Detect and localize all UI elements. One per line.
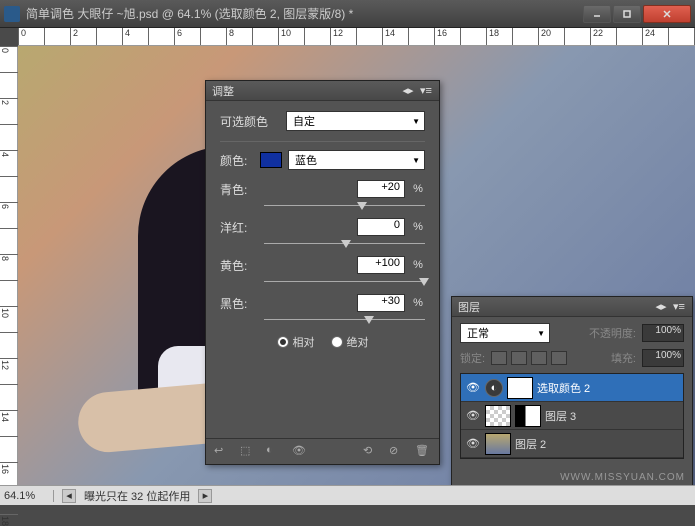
- fill-label: 填充:: [611, 350, 636, 366]
- adjustments-footer: ↩ ⬚ ◐ 👁 ⟲ ⊘ 🗑: [206, 438, 439, 464]
- zoom-level[interactable]: 64.1%: [4, 490, 54, 502]
- slider-value[interactable]: +100: [357, 256, 405, 274]
- layer-row[interactable]: 👁 图层 2: [461, 430, 683, 458]
- return-icon[interactable]: ↩: [214, 444, 230, 460]
- lock-transparency-icon[interactable]: [491, 351, 507, 365]
- lock-all-icon[interactable]: [551, 351, 567, 365]
- window-title: 简单调色 大眼仔 ~旭.psd @ 64.1% (选取颜色 2, 图层蒙版/8)…: [26, 5, 583, 22]
- slider-row: 青色:+20%: [220, 180, 425, 212]
- lock-position-icon[interactable]: [531, 351, 547, 365]
- layer-thumb: [485, 405, 511, 427]
- slider-row: 洋红:0%: [220, 218, 425, 250]
- adjustments-panel[interactable]: 调整 ◂▸ ▾≡ 可选颜色 自定 颜色: 蓝色 青色:+20%洋红:0%黄色:+…: [205, 80, 440, 465]
- titlebar: 简单调色 大眼仔 ~旭.psd @ 64.1% (选取颜色 2, 图层蒙版/8)…: [0, 0, 695, 28]
- lock-pixels-icon[interactable]: [511, 351, 527, 365]
- visibility-icon[interactable]: 👁: [465, 408, 481, 424]
- slider-value[interactable]: +20: [357, 180, 405, 198]
- menu-icon[interactable]: ▾≡: [672, 300, 686, 314]
- radio-relative[interactable]: 相对: [277, 334, 315, 350]
- adjustments-title: 调整: [212, 83, 234, 99]
- preset-label: 可选颜色: [220, 113, 280, 130]
- layers-title: 图层: [458, 299, 480, 315]
- menu-icon[interactable]: ▾≡: [419, 84, 433, 98]
- opacity-value[interactable]: 100%: [642, 324, 684, 342]
- slider-thumb[interactable]: [357, 202, 367, 210]
- eye-icon[interactable]: 👁: [292, 444, 308, 460]
- ruler-horizontal[interactable]: 02468101214161820222426: [18, 28, 695, 46]
- trash-icon[interactable]: 🗑: [415, 444, 431, 460]
- statusbar: 64.1% ◂ 曝光只在 32 位起作用 ▸: [0, 485, 695, 505]
- slider-value[interactable]: +30: [357, 294, 405, 312]
- preset-select[interactable]: 自定: [286, 111, 425, 131]
- slider-label: 青色:: [220, 181, 260, 198]
- prev-icon[interactable]: ⟲: [363, 444, 379, 460]
- slider-row: 黄色:+100%: [220, 256, 425, 288]
- nav-left-icon[interactable]: ◂: [62, 489, 76, 503]
- slider-thumb[interactable]: [341, 240, 351, 248]
- nav-right-icon[interactable]: ▸: [198, 489, 212, 503]
- layers-panel[interactable]: 图层 ◂▸ ▾≡ 正常 不透明度: 100% 锁定: 填充: 100% 👁: [451, 296, 693, 491]
- slider-track[interactable]: [264, 314, 425, 326]
- opacity-label: 不透明度:: [589, 325, 636, 341]
- slider-track[interactable]: [264, 200, 425, 212]
- minimize-button[interactable]: [583, 5, 611, 23]
- layer-mask[interactable]: [515, 405, 541, 427]
- slider-label: 黄色:: [220, 257, 260, 274]
- adjustments-header[interactable]: 调整 ◂▸ ▾≡: [206, 81, 439, 101]
- layer-name: 图层 2: [515, 436, 546, 452]
- layer-list: 👁 ◐ 选取颜色 2 👁 图层 3 👁 图层 2: [460, 373, 684, 459]
- visibility-icon[interactable]: 👁: [465, 380, 481, 396]
- collapse-icon[interactable]: ◂▸: [401, 84, 415, 98]
- watermark: WWW.MISSYUAN.COM: [560, 472, 685, 483]
- slider-value[interactable]: 0: [357, 218, 405, 236]
- ruler-vertical[interactable]: 024681012141618: [0, 46, 18, 485]
- slider-thumb[interactable]: [364, 316, 374, 324]
- slider-track[interactable]: [264, 276, 425, 288]
- layer-row[interactable]: 👁 图层 3: [461, 402, 683, 430]
- clip-icon[interactable]: ◐: [266, 444, 282, 460]
- layers-header[interactable]: 图层 ◂▸ ▾≡: [452, 297, 692, 317]
- close-button[interactable]: [643, 5, 691, 23]
- app-icon: [4, 6, 20, 22]
- color-label: 颜色:: [220, 152, 254, 169]
- expand-icon[interactable]: ⬚: [240, 444, 256, 460]
- color-swatch: [260, 152, 282, 168]
- slider-row: 黑色:+30%: [220, 294, 425, 326]
- reset-icon[interactable]: ⊘: [389, 444, 405, 460]
- lock-label: 锁定:: [460, 350, 485, 366]
- layer-mask[interactable]: [507, 377, 533, 399]
- maximize-button[interactable]: [613, 5, 641, 23]
- slider-track[interactable]: [264, 238, 425, 250]
- slider-label: 黑色:: [220, 295, 260, 312]
- fill-value[interactable]: 100%: [642, 349, 684, 367]
- layer-row[interactable]: 👁 ◐ 选取颜色 2: [461, 374, 683, 402]
- layer-thumb: [485, 433, 511, 455]
- color-select[interactable]: 蓝色: [288, 150, 425, 170]
- collapse-icon[interactable]: ◂▸: [654, 300, 668, 314]
- slider-thumb[interactable]: [419, 278, 429, 286]
- radio-absolute[interactable]: 绝对: [331, 334, 369, 350]
- slider-label: 洋红:: [220, 219, 260, 236]
- visibility-icon[interactable]: 👁: [465, 436, 481, 452]
- layer-name: 选取颜色 2: [537, 380, 590, 396]
- adjustment-icon: ◐: [485, 379, 503, 397]
- layer-name: 图层 3: [545, 408, 576, 424]
- status-info: 曝光只在 32 位起作用: [84, 488, 190, 504]
- blend-mode-select[interactable]: 正常: [460, 323, 550, 343]
